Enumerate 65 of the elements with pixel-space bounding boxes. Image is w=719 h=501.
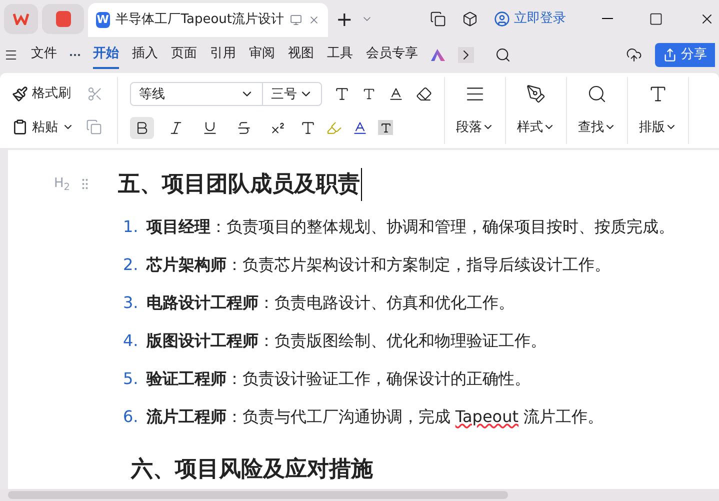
ribbon-group-button[interactable]: 排版	[628, 77, 689, 144]
highlighter-icon	[326, 120, 342, 136]
word-doc-icon: W	[96, 12, 110, 28]
horizontal-scrollbar[interactable]	[0, 489, 719, 501]
eraser-icon	[416, 86, 432, 102]
copy-icon	[86, 119, 102, 136]
menu-tab[interactable]: 视图	[288, 41, 314, 69]
pdf-app-icon[interactable]	[42, 4, 84, 34]
font-color-icon	[352, 120, 368, 136]
ribbon-group-button[interactable]: 查找	[567, 77, 628, 144]
monitor-icon	[290, 13, 302, 27]
document-tab[interactable]: W 半导体工厂Tapeout流片设计	[88, 3, 328, 37]
format-button[interactable]	[130, 116, 154, 139]
menu-tab[interactable]: 审阅	[249, 41, 275, 69]
clipboard-icon	[12, 119, 28, 136]
list-number: 3.	[123, 292, 138, 314]
search-icon	[495, 47, 511, 63]
format-painter-button[interactable]: 格式刷	[12, 84, 71, 104]
menu-tab[interactable]: 会员专享	[366, 41, 418, 69]
pen-icon	[526, 84, 546, 104]
share-button[interactable]: 分享	[655, 43, 715, 67]
list-number: 2.	[123, 254, 138, 276]
windows-icon	[430, 10, 446, 26]
shading-icon[interactable]	[378, 120, 393, 136]
section-heading: 六、项目风险及应对措施	[131, 457, 374, 483]
menu-tab[interactable]: 页面	[171, 41, 197, 69]
menu-tab[interactable]: 工具	[327, 41, 353, 69]
share-icon	[663, 48, 677, 62]
list-number: 1.	[123, 216, 138, 238]
underline-icon	[202, 120, 218, 136]
ribbon-group-button[interactable]: 段落	[445, 77, 506, 144]
paintbrush-icon	[12, 86, 28, 102]
list-item-text: 版图设计工程师：负责版图绘制、优化和物理验证工作。	[146, 330, 546, 352]
list-item-text: 芯片架构师：负责芯片架构设计和方案制定，指导后续设计工作。	[146, 254, 610, 276]
login-button[interactable]: 立即登录	[494, 8, 566, 28]
section-heading: 五、项目团队成员及职责	[118, 168, 362, 200]
menu-icon	[4, 48, 18, 62]
app-logo-icon[interactable]	[4, 4, 38, 34]
letter-icon	[380, 122, 392, 134]
list-item-text: 电路设计工程师：负责电路设计、仿真和优化工作。	[146, 292, 514, 314]
scissors-icon	[87, 86, 103, 102]
list-number: 4.	[123, 330, 138, 352]
list-number: 6.	[123, 406, 138, 428]
menu-tab[interactable]: 插入	[132, 41, 158, 69]
strikethrough-icon	[236, 120, 252, 136]
list-number: 5.	[123, 368, 138, 390]
new-tab-button[interactable]: +	[332, 8, 357, 28]
menu-tab[interactable]: 引用	[210, 41, 236, 69]
list-item-text: 验证工程师：负责设计验证工作，确保设计的正确性。	[146, 368, 530, 390]
cloud-upload-icon	[626, 47, 642, 63]
list-item-text: 项目经理：负责项目的整体规划、协调和管理，确保项目按时、按质完成。	[146, 216, 674, 238]
user-icon	[494, 10, 510, 26]
italic-icon	[168, 120, 184, 136]
heading-level-tag: H$_{2}$	[54, 174, 70, 194]
cube-icon	[462, 10, 478, 26]
phonetic-icon	[388, 86, 404, 102]
tab-title: 半导体工厂Tapeout流片设计	[116, 11, 284, 30]
menu-tab[interactable]: 文件	[31, 41, 57, 69]
ribbon-group-button[interactable]: 样式	[506, 77, 567, 144]
list-item-text: 流片工程师：负责与代工厂沟通协调，完成 Tapeout 流片工作。	[146, 406, 604, 428]
menu-tab[interactable]: 开始	[93, 41, 119, 69]
paste-button[interactable]: 粘贴	[12, 118, 74, 137]
maximize-icon	[649, 12, 663, 26]
chevron-right-icon	[458, 47, 474, 63]
search-icon	[587, 84, 607, 104]
